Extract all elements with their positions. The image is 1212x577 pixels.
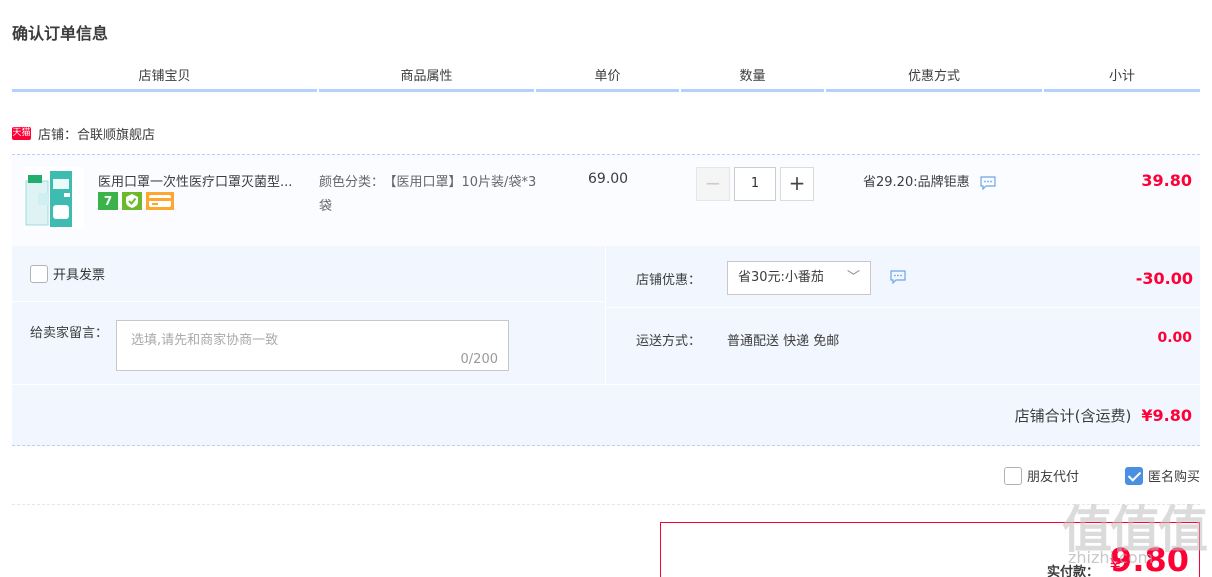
shop-discount-select[interactable]: 省30元:小番茄 ﹀ <box>727 261 871 295</box>
invoice-checkbox[interactable] <box>30 264 48 283</box>
shipping-method: 普通配送 快递 免邮 <box>727 334 840 349</box>
service-badges: 7 <box>98 192 174 210</box>
shop-discount-row: 店铺优惠： 省30元:小番茄 ﹀ -30.00 <box>606 246 1201 308</box>
increment-button[interactable]: + <box>780 167 814 201</box>
tmall-icon: 天猫 <box>12 126 31 140</box>
site-watermark-url: zhizhi.com <box>1068 548 1154 567</box>
column-header-price: 单价 <box>536 66 679 92</box>
shop-total-row: 店铺合计(含运费) ¥9.80 <box>12 384 1200 446</box>
column-header-quantity: 数量 <box>681 66 824 92</box>
message-char-count: 0/200 <box>460 352 498 367</box>
column-header-row: 店铺宝贝 商品属性 单价 数量 优惠方式 小计 <box>12 66 1200 92</box>
attribute-key: 颜色分类： <box>319 175 385 190</box>
anonymous-purchase-checkbox[interactable] <box>1124 466 1143 485</box>
shop-discount-value: -30.00 <box>1135 269 1193 288</box>
checkout-options: 朋友代付 匿名购买 <box>1003 466 1200 485</box>
column-header-item: 店铺宝贝 <box>12 66 317 92</box>
unit-price: 69.00 <box>588 171 629 187</box>
shield-icon[interactable] <box>122 192 142 210</box>
quantity-input[interactable]: 1 <box>734 167 776 201</box>
pay-by-friend-checkbox[interactable] <box>1003 466 1022 485</box>
invoice-section: 开具发票 <box>12 246 604 302</box>
order-extras-panel: 开具发票 给卖家留言： 选填,请先和商家协商一致 0/200 店铺优惠： 省30… <box>12 246 1201 384</box>
column-header-promo: 优惠方式 <box>826 66 1042 92</box>
chat-bubble-icon[interactable] <box>980 175 996 190</box>
message-label: 给卖家留言： <box>30 326 109 341</box>
shop-name[interactable]: 店铺：合联顺旗舰店 <box>38 124 155 143</box>
discount-selected-value: 省30元:小番茄 <box>738 270 824 285</box>
product-attributes: 颜色分类： 【医用口罩】10片装/袋*3袋 <box>319 171 549 219</box>
page-title: 确认订单信息 <box>12 24 109 43</box>
shipping-label: 运送方式： <box>636 334 702 349</box>
pay-by-friend-option[interactable]: 朋友代付 <box>1003 466 1079 485</box>
invoice-label: 开具发票 <box>53 268 106 283</box>
quantity-stepper: − 1 + <box>696 167 814 201</box>
seven-day-return-icon[interactable]: 7 <box>98 192 118 210</box>
promotion-text: 省29.20:品牌钜惠 <box>863 175 970 190</box>
shop-total-value: ¥9.80 <box>1141 406 1192 425</box>
shipping-fee: 0.00 <box>1157 330 1192 346</box>
discount-shipping-section: 店铺优惠： 省30元:小番茄 ﹀ -30.00 运送方式： 普通配送 快递 免邮… <box>605 246 1201 384</box>
divider <box>12 504 1200 505</box>
promotion-info: 省29.20:品牌钜惠 <box>863 171 996 190</box>
column-header-attr: 商品属性 <box>319 66 534 92</box>
pay-by-friend-label: 朋友代付 <box>1026 470 1079 485</box>
chat-bubble-icon[interactable] <box>890 270 906 284</box>
product-title[interactable]: 医用口罩一次性医疗口罩灭菌型... <box>98 171 314 190</box>
message-placeholder: 选填,请先和商家协商一致 <box>131 333 279 348</box>
chevron-down-icon: ﹀ <box>846 270 860 285</box>
product-thumbnail[interactable] <box>24 167 84 229</box>
order-item-row: 医用口罩一次性医疗口罩灭菌型... 7 颜色分类： 【医用口罩】10片装/袋*3袋… <box>12 154 1200 246</box>
seller-message-textarea[interactable]: 选填,请先和商家协商一致 0/200 <box>116 320 509 371</box>
shop-total-label: 店铺合计(含运费) <box>1014 407 1132 425</box>
decrement-button[interactable]: − <box>696 167 730 201</box>
shop-discount-label: 店铺优惠： <box>636 273 702 288</box>
credit-card-icon[interactable] <box>146 192 174 210</box>
invoice-option[interactable]: 开具发票 <box>30 264 105 283</box>
anonymous-purchase-option[interactable]: 匿名购买 <box>1124 466 1200 485</box>
item-subtotal: 39.80 <box>1141 171 1192 190</box>
anonymous-purchase-label: 匿名购买 <box>1147 470 1200 485</box>
shop-line: 天猫 店铺：合联顺旗舰店 <box>12 122 155 144</box>
column-header-subtotal: 小计 <box>1044 66 1200 92</box>
